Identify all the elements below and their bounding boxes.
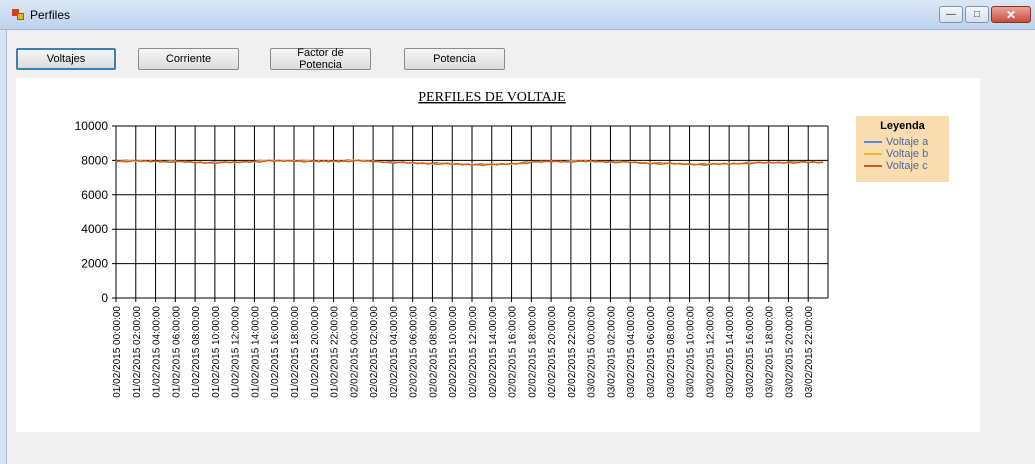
minimize-button[interactable]: — (939, 6, 963, 23)
x-tick-label: 03/02/2015 16:00:00 (745, 306, 756, 398)
factor-de-potencia-button[interactable]: Factor de Potencia (270, 47, 371, 71)
y-tick-label: 8000 (81, 153, 108, 167)
x-tick-label: 01/02/2015 12:00:00 (231, 306, 242, 398)
x-tick-label: 02/02/2015 12:00:00 (468, 306, 479, 398)
legend-item-voltaje-c: Voltaje c (864, 160, 928, 172)
y-axis: 0 2000 4000 6000 8000 10000 (75, 119, 117, 305)
minimize-icon: — (946, 9, 956, 20)
x-tick-label: 01/02/2015 06:00:00 (171, 306, 182, 398)
x-tick-label: 03/02/2015 02:00:00 (606, 306, 617, 398)
x-tick-label: 03/02/2015 12:00:00 (705, 306, 716, 398)
legend-swatch-voltaje-b (864, 153, 882, 155)
y-tick-label: 0 (101, 291, 108, 305)
legend-swatch-voltaje-c (864, 165, 882, 167)
x-tick-label: 02/02/2015 20:00:00 (547, 306, 558, 398)
x-tick-label: 02/02/2015 22:00:00 (567, 306, 578, 398)
x-tick-label: 01/02/2015 08:00:00 (191, 306, 202, 398)
potencia-button[interactable]: Potencia (404, 48, 505, 70)
x-tick-label: 03/02/2015 18:00:00 (765, 306, 776, 398)
x-tick-label: 02/02/2015 10:00:00 (448, 306, 459, 398)
x-tick-label: 01/02/2015 04:00:00 (152, 306, 163, 398)
x-tick-label: 01/02/2015 10:00:00 (211, 306, 222, 398)
x-tick-label: 01/02/2015 20:00:00 (310, 306, 321, 398)
legend-label-voltaje-c: Voltaje c (886, 160, 928, 172)
x-tick-label: 01/02/2015 14:00:00 (250, 306, 261, 398)
title-bar: Perfiles — □ ✕ (0, 0, 1035, 30)
x-tick-label: 03/02/2015 14:00:00 (725, 306, 736, 398)
x-tick-label: 02/02/2015 04:00:00 (389, 306, 400, 398)
x-tick-label: 01/02/2015 22:00:00 (330, 306, 341, 398)
voltage-profile-chart: PERFILES DE VOLTAJE 0 2000 4000 6000 8000 100… (75, 90, 829, 398)
legend-swatch-voltaje-a (864, 141, 882, 143)
voltajes-button[interactable]: Voltajes (16, 48, 116, 70)
chart-legend: Leyenda Voltaje a Voltaje b Voltaje c (856, 116, 949, 182)
legend-item-voltaje-b: Voltaje b (864, 148, 928, 160)
x-tick-label: 03/02/2015 10:00:00 (686, 306, 697, 398)
x-tick-label: 02/02/2015 18:00:00 (527, 306, 538, 398)
chart-title: PERFILES DE VOLTAJE (418, 90, 565, 105)
x-tick-label: 02/02/2015 08:00:00 (428, 306, 439, 398)
y-tick-label: 10000 (75, 119, 109, 133)
x-tick-label: 02/02/2015 02:00:00 (369, 306, 380, 398)
x-tick-label: 01/02/2015 00:00:00 (112, 306, 123, 398)
maximize-button[interactable]: □ (965, 6, 989, 23)
x-tick-label: 02/02/2015 14:00:00 (488, 306, 499, 398)
corriente-button[interactable]: Corriente (138, 48, 239, 70)
x-tick-label: 03/02/2015 20:00:00 (784, 306, 795, 398)
close-icon: ✕ (1005, 7, 1017, 22)
y-tick-label: 6000 (81, 188, 108, 202)
x-tick-label: 02/02/2015 06:00:00 (409, 306, 420, 398)
x-tick-label: 02/02/2015 16:00:00 (508, 306, 519, 398)
legend-label-voltaje-a: Voltaje a (886, 136, 929, 148)
x-tick-label: 02/02/2015 00:00:00 (349, 306, 360, 398)
chart-grid (112, 125, 829, 299)
x-tick-label: 01/02/2015 18:00:00 (290, 306, 301, 398)
legend-title: Leyenda (880, 120, 925, 132)
window-left-edge (0, 30, 7, 464)
legend-item-voltaje-a: Voltaje a (864, 136, 928, 148)
series-line-voltaje-c (115, 159, 824, 167)
y-tick-label: 4000 (81, 222, 108, 236)
x-tick-label: 03/02/2015 00:00:00 (587, 306, 598, 398)
window-controls: — □ ✕ (939, 6, 1031, 23)
window-title: Perfiles (30, 8, 71, 22)
x-tick-label: 03/02/2015 04:00:00 (626, 306, 637, 398)
x-tick-label: 03/02/2015 06:00:00 (646, 306, 657, 398)
chart-panel: PERFILES DE VOLTAJE 0 2000 4000 6000 8000 100… (16, 78, 980, 432)
app-icon (12, 9, 24, 21)
x-axis: 01/02/2015 00:00:00 01/02/2015 02:00:00 01… (112, 297, 828, 398)
x-tick-label: 01/02/2015 02:00:00 (132, 306, 143, 398)
legend-label-voltaje-b: Voltaje b (886, 148, 929, 160)
maximize-icon: □ (973, 9, 981, 20)
x-tick-label: 03/02/2015 22:00:00 (804, 306, 815, 398)
x-tick-label: 03/02/2015 08:00:00 (666, 306, 677, 398)
close-button[interactable]: ✕ (991, 6, 1031, 23)
x-tick-label: 01/02/2015 16:00:00 (270, 306, 281, 398)
y-tick-label: 2000 (81, 257, 108, 271)
